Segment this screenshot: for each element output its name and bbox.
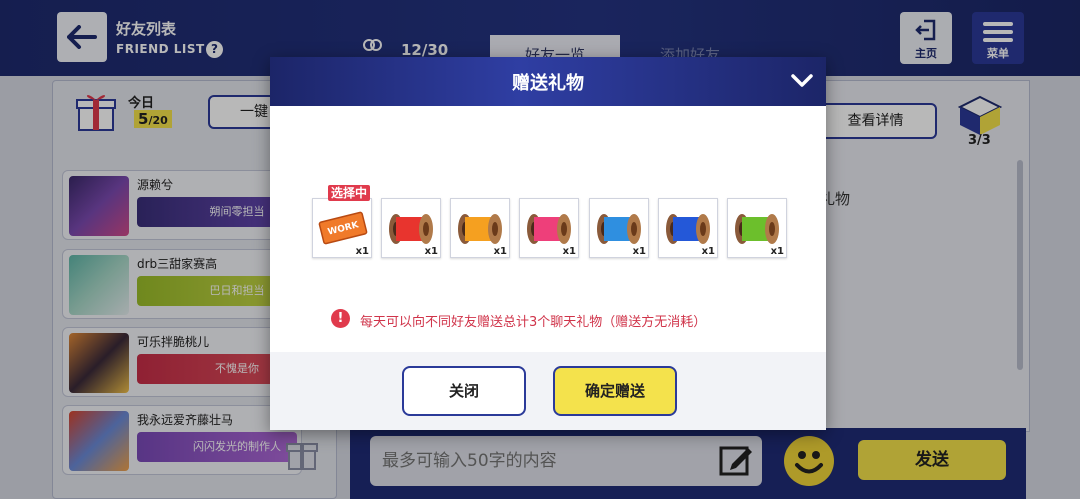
item-quantity: x1 [424,246,438,257]
thread-spool-icon [527,214,571,244]
selected-badge: 选择中 [328,185,371,201]
confirm-send-button[interactable]: 确定赠送 [553,366,677,416]
close-button[interactable]: 关闭 [402,366,526,416]
ticket-icon: WORK [318,211,368,245]
thread-spool-icon [666,214,710,244]
gift-item-spool[interactable]: x1 [450,198,510,258]
thread-spool-icon [458,214,502,244]
gift-item-spool[interactable]: x1 [658,198,718,258]
gift-item-ticket[interactable]: WORK x1 [312,198,372,258]
item-quantity: x1 [701,246,715,257]
gift-item-spool[interactable]: x1 [519,198,579,258]
item-quantity: x1 [493,246,507,257]
gift-item-spool[interactable]: x1 [381,198,441,258]
dialog-title: 赠送礼物 [512,73,584,94]
warning-text: 每天可以向不同好友赠送总计3个聊天礼物（赠送方无消耗） [360,315,707,330]
thread-spool-icon [389,214,433,244]
item-quantity: x1 [562,246,576,257]
dialog-header: 赠送礼物 [270,57,826,106]
dialog-footer [270,352,826,430]
thread-spool-icon [597,214,641,244]
item-quantity: x1 [770,246,784,257]
gift-item-spool[interactable]: x1 [589,198,649,258]
gift-item-spool[interactable]: x1 [727,198,787,258]
item-quantity: x1 [632,246,646,257]
chevron-down-icon[interactable] [788,67,816,95]
thread-spool-icon [735,214,779,244]
item-quantity: x1 [355,246,369,257]
warning-icon: ! [331,309,350,328]
